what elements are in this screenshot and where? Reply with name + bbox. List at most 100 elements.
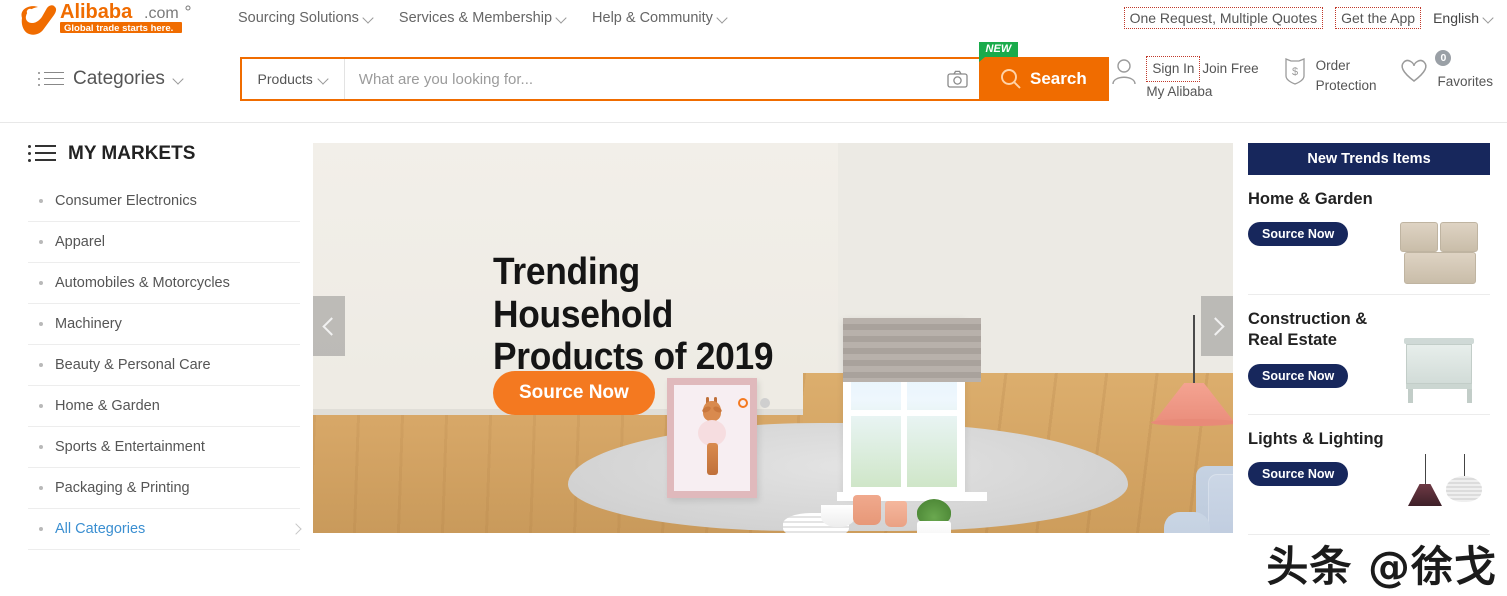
bullet-icon: [39, 527, 43, 531]
list-icon: [28, 145, 56, 163]
my-alibaba-link[interactable]: My Alibaba: [1146, 82, 1258, 102]
carousel-prev-button[interactable]: [313, 296, 345, 356]
sidebar-item-label: Consumer Electronics: [55, 193, 197, 209]
account-user-cell[interactable]: Sign In Join Free My Alibaba: [1109, 56, 1259, 102]
one-request-multiple-quotes-link[interactable]: One Request, Multiple Quotes: [1123, 7, 1324, 29]
bullet-icon: [39, 281, 43, 285]
sidebar-item-label: Machinery: [55, 316, 122, 332]
main-content: MY MARKETS Consumer Electronics Apparel …: [0, 123, 1507, 550]
sidebar-item-automobiles-motorcycles[interactable]: Automobiles & Motorcycles: [28, 263, 300, 304]
user-icon: [1112, 59, 1137, 85]
window-blind: [843, 318, 981, 382]
banner-headline-line1: Trending Household: [493, 251, 674, 336]
svg-text:Global trade starts here.: Global trade starts here.: [64, 23, 173, 34]
chevron-down-icon: [718, 14, 727, 23]
sidebar-item-label: Apparel: [55, 234, 105, 250]
sign-in-link[interactable]: Sign In: [1146, 56, 1201, 82]
join-free-link[interactable]: Join Free: [1202, 59, 1258, 79]
search-row: Categories Products NEW Search: [0, 36, 1507, 122]
my-markets-sidebar: MY MARKETS Consumer Electronics Apparel …: [0, 143, 302, 550]
carousel-dot-1[interactable]: [737, 398, 748, 408]
camera-icon: [947, 70, 968, 88]
sidebar-item-label: Packaging & Printing: [55, 480, 190, 496]
bowl: [821, 505, 855, 527]
search-scope-select[interactable]: Products: [242, 59, 345, 99]
order-protection-cell[interactable]: $ Order Protection: [1281, 56, 1376, 95]
trend-card-home-garden[interactable]: Home & Garden Source Now: [1248, 175, 1490, 295]
trend-card-title: Lights & Lighting: [1248, 430, 1384, 448]
bullet-icon: [39, 363, 43, 367]
sidebar-item-sports-entertainment[interactable]: Sports & Entertainment: [28, 427, 300, 468]
hero-banner-carousel[interactable]: Trending Household Products of 2019 Sour…: [313, 143, 1233, 533]
nav-services-membership[interactable]: Services & Membership: [399, 10, 566, 26]
image-search-button[interactable]: [935, 59, 980, 99]
language-selector[interactable]: English: [1433, 10, 1493, 26]
sidebar-item-all-categories[interactable]: All Categories: [28, 509, 302, 550]
carousel-next-button[interactable]: [1201, 296, 1233, 356]
nav-sourcing-solutions[interactable]: Sourcing Solutions: [238, 10, 373, 26]
search-button[interactable]: Search: [979, 59, 1108, 99]
trend-card-title: Home & Garden: [1248, 190, 1373, 208]
carousel-dot-2[interactable]: [759, 398, 770, 408]
sidebar-item-apparel[interactable]: Apparel: [28, 222, 300, 263]
nav-help-community[interactable]: Help & Community: [592, 10, 727, 26]
favorites-label: Favorites: [1437, 74, 1493, 90]
chevron-down-icon: [174, 75, 183, 84]
search-input[interactable]: [344, 59, 936, 99]
sidebar-item-machinery[interactable]: Machinery: [28, 304, 300, 345]
pendant-lights-image: [1394, 454, 1484, 526]
bullet-icon: [39, 445, 43, 449]
trend-source-now-button[interactable]: Source Now: [1248, 363, 1349, 388]
favorites-cell[interactable]: 0 Favorites: [1398, 50, 1493, 92]
alibaba-logo[interactable]: Alibaba .com Global trade starts here.: [10, 0, 210, 36]
bullet-icon: [39, 240, 43, 244]
svg-text:.com: .com: [144, 5, 179, 22]
sidebar-item-beauty-personal-care[interactable]: Beauty & Personal Care: [28, 345, 300, 386]
trend-source-now-button[interactable]: Source Now: [1248, 462, 1349, 487]
sidebar-item-packaging-printing[interactable]: Packaging & Printing: [28, 468, 300, 509]
get-the-app-link[interactable]: Get the App: [1335, 7, 1422, 29]
mug: [853, 495, 881, 525]
language-label: English: [1433, 10, 1479, 26]
trend-card-lights-lighting[interactable]: Lights & Lighting Source Now: [1248, 415, 1490, 535]
top-bar: Alibaba .com Global trade starts here. S…: [0, 0, 1507, 36]
banner-headline: Trending Household Products of 2019: [493, 251, 828, 379]
top-bar-right: One Request, Multiple Quotes Get the App…: [1123, 7, 1493, 29]
svg-text:$: $: [1292, 66, 1298, 78]
chevron-down-icon: [364, 14, 373, 23]
bullet-icon: [39, 486, 43, 490]
sidebar-item-consumer-electronics[interactable]: Consumer Electronics: [28, 181, 300, 222]
my-markets-header: MY MARKETS: [28, 143, 300, 165]
bullet-icon: [39, 199, 43, 203]
sidebar-item-label: Beauty & Personal Care: [55, 357, 211, 373]
trend-card-title: Construction & Real Estate: [1248, 310, 1368, 350]
categories-button[interactable]: Categories: [10, 68, 220, 90]
heart-icon: [1401, 60, 1428, 83]
new-badge: NEW: [978, 42, 1019, 62]
banner-source-now-button[interactable]: Source Now: [493, 371, 655, 415]
chevron-down-icon: [557, 14, 566, 23]
trend-card-construction-real-estate[interactable]: Construction & Real Estate Source Now: [1248, 295, 1490, 415]
new-trends-header: New Trends Items: [1248, 143, 1490, 175]
order-protection-icon: $: [1285, 58, 1305, 86]
giraffe-artwork-icon: [695, 397, 729, 475]
top-navigation: Sourcing Solutions Services & Membership…: [238, 10, 727, 26]
trend-source-now-button[interactable]: Source Now: [1248, 222, 1349, 247]
vanity-cabinet-image: [1394, 334, 1484, 406]
account-area: Sign In Join Free My Alibaba $ Order Pro…: [1109, 50, 1493, 102]
sidebar-item-label: All Categories: [55, 521, 146, 537]
svg-text:Alibaba: Alibaba: [60, 1, 133, 23]
search-box: Products NEW Search: [239, 42, 1110, 101]
order-protection-label-line1: Order: [1315, 58, 1351, 74]
new-trends-panel: New Trends Items Home & Garden Source No…: [1248, 143, 1490, 550]
search-scope-label: Products: [257, 71, 313, 87]
carousel-pagination: [0, 398, 1507, 408]
storage-boxes-image: [1394, 214, 1484, 286]
pendant-lamp-rim: [1151, 419, 1233, 426]
chevron-down-icon: [1484, 14, 1493, 23]
nav-services-membership-label: Services & Membership: [398, 10, 553, 26]
search-button-label: Search: [1030, 69, 1087, 88]
plant-pot: [917, 521, 951, 533]
sidebar-item-label: Sports & Entertainment: [55, 439, 205, 455]
chevron-down-icon: [319, 75, 328, 84]
